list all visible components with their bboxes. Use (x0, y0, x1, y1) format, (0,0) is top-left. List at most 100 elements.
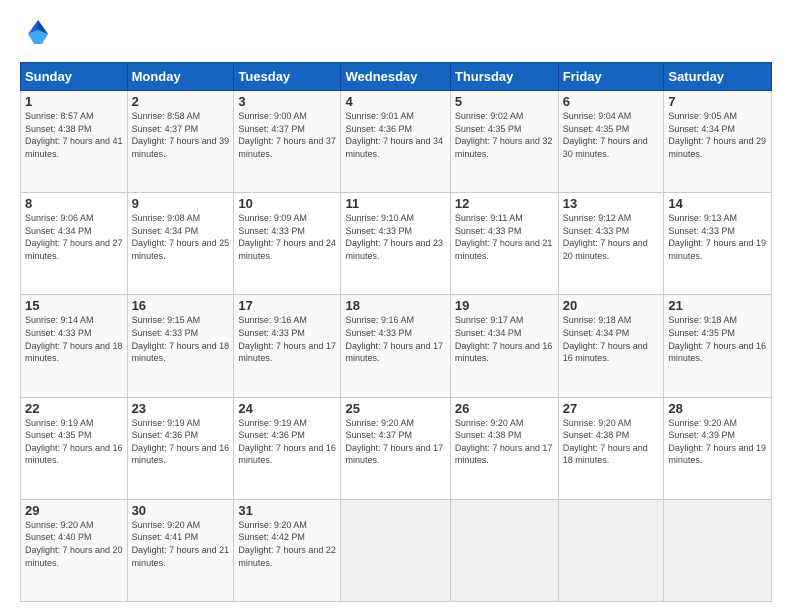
calendar-day-cell: 26 Sunrise: 9:20 AM Sunset: 4:38 PM Dayl… (450, 397, 558, 499)
day-number: 28 (668, 401, 767, 416)
day-info: Sunrise: 9:20 AM Sunset: 4:38 PM Dayligh… (455, 417, 554, 467)
day-of-week-header: Friday (558, 63, 664, 91)
day-info: Sunrise: 9:20 AM Sunset: 4:40 PM Dayligh… (25, 519, 123, 569)
calendar-day-cell: 14 Sunrise: 9:13 AM Sunset: 4:33 PM Dayl… (664, 193, 772, 295)
calendar-day-cell: 12 Sunrise: 9:11 AM Sunset: 4:33 PM Dayl… (450, 193, 558, 295)
calendar-day-cell: 11 Sunrise: 9:10 AM Sunset: 4:33 PM Dayl… (341, 193, 450, 295)
day-number: 19 (455, 298, 554, 313)
day-number: 5 (455, 94, 554, 109)
calendar-week-row: 8 Sunrise: 9:06 AM Sunset: 4:34 PM Dayli… (21, 193, 772, 295)
day-info: Sunrise: 9:20 AM Sunset: 4:39 PM Dayligh… (668, 417, 767, 467)
calendar-day-cell: 5 Sunrise: 9:02 AM Sunset: 4:35 PM Dayli… (450, 91, 558, 193)
calendar-day-cell: 15 Sunrise: 9:14 AM Sunset: 4:33 PM Dayl… (21, 295, 128, 397)
day-number: 14 (668, 196, 767, 211)
day-info: Sunrise: 9:09 AM Sunset: 4:33 PM Dayligh… (238, 212, 336, 262)
day-number: 21 (668, 298, 767, 313)
calendar-day-cell: 17 Sunrise: 9:16 AM Sunset: 4:33 PM Dayl… (234, 295, 341, 397)
day-info: Sunrise: 9:10 AM Sunset: 4:33 PM Dayligh… (345, 212, 445, 262)
calendar-week-row: 15 Sunrise: 9:14 AM Sunset: 4:33 PM Dayl… (21, 295, 772, 397)
day-info: Sunrise: 9:12 AM Sunset: 4:33 PM Dayligh… (563, 212, 660, 262)
day-number: 12 (455, 196, 554, 211)
day-info: Sunrise: 9:19 AM Sunset: 4:36 PM Dayligh… (132, 417, 230, 467)
calendar-day-cell: 7 Sunrise: 9:05 AM Sunset: 4:34 PM Dayli… (664, 91, 772, 193)
day-number: 23 (132, 401, 230, 416)
calendar-day-cell: 25 Sunrise: 9:20 AM Sunset: 4:37 PM Dayl… (341, 397, 450, 499)
day-number: 17 (238, 298, 336, 313)
day-number: 10 (238, 196, 336, 211)
calendar-day-cell: 3 Sunrise: 9:00 AM Sunset: 4:37 PM Dayli… (234, 91, 341, 193)
day-number: 26 (455, 401, 554, 416)
logo-icon (20, 16, 56, 52)
day-info: Sunrise: 9:19 AM Sunset: 4:36 PM Dayligh… (238, 417, 336, 467)
day-info: Sunrise: 9:18 AM Sunset: 4:34 PM Dayligh… (563, 314, 660, 364)
calendar-day-cell: 24 Sunrise: 9:19 AM Sunset: 4:36 PM Dayl… (234, 397, 341, 499)
day-number: 29 (25, 503, 123, 518)
day-info: Sunrise: 9:16 AM Sunset: 4:33 PM Dayligh… (345, 314, 445, 364)
day-number: 11 (345, 196, 445, 211)
calendar-day-cell: 6 Sunrise: 9:04 AM Sunset: 4:35 PM Dayli… (558, 91, 664, 193)
day-number: 30 (132, 503, 230, 518)
calendar-day-cell: 13 Sunrise: 9:12 AM Sunset: 4:33 PM Dayl… (558, 193, 664, 295)
calendar-day-cell: 30 Sunrise: 9:20 AM Sunset: 4:41 PM Dayl… (127, 499, 234, 601)
day-number: 24 (238, 401, 336, 416)
day-of-week-header: Thursday (450, 63, 558, 91)
day-number: 2 (132, 94, 230, 109)
calendar-day-cell: 27 Sunrise: 9:20 AM Sunset: 4:38 PM Dayl… (558, 397, 664, 499)
calendar-day-cell: 23 Sunrise: 9:19 AM Sunset: 4:36 PM Dayl… (127, 397, 234, 499)
day-number: 31 (238, 503, 336, 518)
calendar-week-row: 29 Sunrise: 9:20 AM Sunset: 4:40 PM Dayl… (21, 499, 772, 601)
day-info: Sunrise: 9:20 AM Sunset: 4:42 PM Dayligh… (238, 519, 336, 569)
day-info: Sunrise: 9:20 AM Sunset: 4:37 PM Dayligh… (345, 417, 445, 467)
calendar-day-cell: 31 Sunrise: 9:20 AM Sunset: 4:42 PM Dayl… (234, 499, 341, 601)
calendar: SundayMondayTuesdayWednesdayThursdayFrid… (20, 62, 772, 602)
day-info: Sunrise: 9:19 AM Sunset: 4:35 PM Dayligh… (25, 417, 123, 467)
calendar-day-cell: 28 Sunrise: 9:20 AM Sunset: 4:39 PM Dayl… (664, 397, 772, 499)
day-info: Sunrise: 9:11 AM Sunset: 4:33 PM Dayligh… (455, 212, 554, 262)
day-of-week-header: Sunday (21, 63, 128, 91)
calendar-day-cell: 19 Sunrise: 9:17 AM Sunset: 4:34 PM Dayl… (450, 295, 558, 397)
calendar-day-cell: 21 Sunrise: 9:18 AM Sunset: 4:35 PM Dayl… (664, 295, 772, 397)
day-number: 25 (345, 401, 445, 416)
day-number: 1 (25, 94, 123, 109)
calendar-day-cell (341, 499, 450, 601)
calendar-day-cell: 22 Sunrise: 9:19 AM Sunset: 4:35 PM Dayl… (21, 397, 128, 499)
calendar-day-cell: 20 Sunrise: 9:18 AM Sunset: 4:34 PM Dayl… (558, 295, 664, 397)
day-number: 20 (563, 298, 660, 313)
day-info: Sunrise: 8:58 AM Sunset: 4:37 PM Dayligh… (132, 110, 230, 160)
logo (20, 16, 60, 52)
page: SundayMondayTuesdayWednesdayThursdayFrid… (0, 0, 792, 612)
day-info: Sunrise: 9:00 AM Sunset: 4:37 PM Dayligh… (238, 110, 336, 160)
day-info: Sunrise: 9:05 AM Sunset: 4:34 PM Dayligh… (668, 110, 767, 160)
day-of-week-header: Tuesday (234, 63, 341, 91)
calendar-week-row: 1 Sunrise: 8:57 AM Sunset: 4:38 PM Dayli… (21, 91, 772, 193)
calendar-day-cell (450, 499, 558, 601)
day-info: Sunrise: 9:20 AM Sunset: 4:41 PM Dayligh… (132, 519, 230, 569)
calendar-day-cell (664, 499, 772, 601)
day-info: Sunrise: 9:02 AM Sunset: 4:35 PM Dayligh… (455, 110, 554, 160)
calendar-header-row: SundayMondayTuesdayWednesdayThursdayFrid… (21, 63, 772, 91)
calendar-day-cell: 9 Sunrise: 9:08 AM Sunset: 4:34 PM Dayli… (127, 193, 234, 295)
day-number: 3 (238, 94, 336, 109)
day-info: Sunrise: 9:16 AM Sunset: 4:33 PM Dayligh… (238, 314, 336, 364)
day-number: 27 (563, 401, 660, 416)
calendar-day-cell: 10 Sunrise: 9:09 AM Sunset: 4:33 PM Dayl… (234, 193, 341, 295)
calendar-day-cell: 2 Sunrise: 8:58 AM Sunset: 4:37 PM Dayli… (127, 91, 234, 193)
calendar-day-cell: 4 Sunrise: 9:01 AM Sunset: 4:36 PM Dayli… (341, 91, 450, 193)
day-of-week-header: Saturday (664, 63, 772, 91)
day-number: 22 (25, 401, 123, 416)
day-info: Sunrise: 9:15 AM Sunset: 4:33 PM Dayligh… (132, 314, 230, 364)
day-number: 16 (132, 298, 230, 313)
day-of-week-header: Wednesday (341, 63, 450, 91)
calendar-day-cell (558, 499, 664, 601)
day-info: Sunrise: 9:06 AM Sunset: 4:34 PM Dayligh… (25, 212, 123, 262)
day-number: 18 (345, 298, 445, 313)
day-number: 6 (563, 94, 660, 109)
calendar-day-cell: 1 Sunrise: 8:57 AM Sunset: 4:38 PM Dayli… (21, 91, 128, 193)
day-info: Sunrise: 9:01 AM Sunset: 4:36 PM Dayligh… (345, 110, 445, 160)
day-info: Sunrise: 9:17 AM Sunset: 4:34 PM Dayligh… (455, 314, 554, 364)
calendar-day-cell: 16 Sunrise: 9:15 AM Sunset: 4:33 PM Dayl… (127, 295, 234, 397)
day-number: 7 (668, 94, 767, 109)
calendar-week-row: 22 Sunrise: 9:19 AM Sunset: 4:35 PM Dayl… (21, 397, 772, 499)
day-number: 4 (345, 94, 445, 109)
day-number: 8 (25, 196, 123, 211)
